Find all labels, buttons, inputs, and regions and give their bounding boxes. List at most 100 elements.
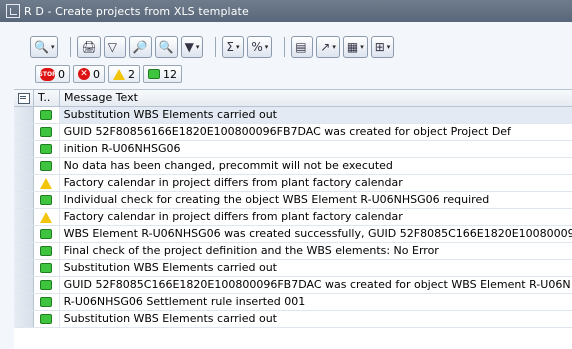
- print-icon: 🖨: [81, 40, 97, 54]
- table-row[interactable]: Factory calendar in project differs from…: [14, 209, 572, 226]
- table-row[interactable]: Individual check for creating the object…: [14, 192, 572, 209]
- window-title: R D - Create projects from XLS template: [24, 4, 249, 18]
- message-text: WBS Element R-U06NHSG06 was created succ…: [63, 227, 572, 240]
- error-counter-button[interactable]: ✕ 0: [73, 65, 105, 83]
- chevron-down-icon[interactable]: ▾: [51, 43, 55, 51]
- subtotal-button[interactable]: % ▾: [247, 36, 273, 58]
- chevron-down-icon[interactable]: ▾: [332, 43, 336, 51]
- row-selector[interactable]: [14, 226, 34, 242]
- find-button[interactable]: 🔎: [128, 36, 152, 58]
- row-selector[interactable]: [14, 260, 34, 276]
- row-selector[interactable]: [14, 209, 34, 225]
- warning-counter-button[interactable]: 2: [108, 65, 140, 83]
- row-selector[interactable]: [14, 311, 34, 327]
- column-header-message[interactable]: Message Text: [60, 90, 138, 106]
- success-counter-button[interactable]: 12: [143, 65, 182, 83]
- message-text: Substitution WBS Elements carried out: [59, 107, 572, 123]
- message-text: R-U06NHSG06 Settlement rule inserted 001: [63, 295, 306, 308]
- print-button[interactable]: 🖨: [77, 36, 101, 58]
- table-body: Substitution WBS Elements carried out GUI…: [14, 107, 572, 328]
- find-next-icon: 🔍: [158, 40, 174, 54]
- row-selector[interactable]: [14, 243, 34, 259]
- warning-icon: [40, 177, 53, 189]
- status-cell: [34, 192, 60, 208]
- set-filter-icon: ▼: [184, 40, 194, 54]
- table-header: T.. Message Text: [14, 90, 572, 107]
- layout-icon: ▦: [346, 40, 359, 54]
- message-text: Substitution WBS Elements carried out: [63, 312, 277, 325]
- sum-icon: Σ: [226, 40, 234, 54]
- success-icon: [40, 263, 53, 273]
- message-table: T.. Message Text Substitution WBS Elemen…: [14, 89, 572, 349]
- row-selector[interactable]: [14, 124, 34, 140]
- print-preview-button[interactable]: ▤: [291, 36, 314, 58]
- toolbar-divider: [284, 37, 286, 57]
- chevron-down-icon[interactable]: ▾: [236, 43, 240, 51]
- layout-button[interactable]: ▦ ▾: [342, 36, 368, 58]
- export-button[interactable]: ↗ ▾: [316, 36, 340, 58]
- table-row[interactable]: Substitution WBS Elements carried out: [14, 107, 572, 124]
- sum-button[interactable]: Σ ▾: [222, 36, 245, 58]
- warning-icon: [113, 68, 125, 80]
- message-text: inition R-U06NHSG06: [63, 142, 181, 155]
- row-selector[interactable]: [14, 175, 34, 191]
- success-icon: [40, 314, 53, 324]
- success-icon: [40, 246, 53, 256]
- column-header-type[interactable]: T..: [34, 90, 60, 106]
- success-icon: [148, 69, 160, 79]
- message-text: Substitution WBS Elements carried out: [63, 261, 277, 274]
- stop-count: 0: [58, 67, 65, 81]
- status-cell: [34, 311, 60, 327]
- table-row[interactable]: Final check of the project definition an…: [14, 243, 572, 260]
- success-icon: [40, 127, 53, 137]
- success-icon: [40, 161, 53, 171]
- chevron-down-icon[interactable]: ▾: [196, 43, 200, 51]
- status-cell: [34, 226, 60, 242]
- find-next-button[interactable]: 🔍: [154, 36, 178, 58]
- success-icon: [40, 229, 53, 239]
- print-preview-icon: ▤: [295, 40, 307, 54]
- status-cell: [34, 294, 60, 310]
- detail-icon: 🔍: [34, 40, 49, 54]
- set-filter-button[interactable]: ▼ ▾: [180, 36, 204, 58]
- success-icon: [40, 195, 53, 205]
- filter-icon: ▽: [107, 40, 117, 54]
- row-selector[interactable]: [14, 158, 34, 174]
- row-selector[interactable]: [14, 107, 34, 123]
- table-row[interactable]: No data has been changed, precommit will…: [14, 158, 572, 175]
- success-icon: [40, 280, 53, 290]
- table-row[interactable]: WBS Element R-U06NHSG06 was created succ…: [14, 226, 572, 243]
- row-selector[interactable]: [14, 277, 34, 293]
- row-selector[interactable]: [14, 141, 34, 157]
- warning-count: 2: [128, 67, 135, 81]
- table-row[interactable]: GUID 52F8085C166E1820E100800096FB7DAC wa…: [14, 277, 572, 294]
- chevron-down-icon[interactable]: ▾: [387, 43, 391, 51]
- table-row[interactable]: GUID 52F80856166E1820E100800096FB7DAC wa…: [14, 124, 572, 141]
- table-row[interactable]: R-U06NHSG06 Settlement rule inserted 001: [14, 294, 572, 311]
- message-text: Factory calendar in project differs from…: [63, 176, 403, 189]
- window-icon: [6, 4, 20, 18]
- chevron-down-icon[interactable]: ▾: [360, 43, 364, 51]
- row-selector[interactable]: [14, 294, 34, 310]
- select-all-button[interactable]: [14, 90, 34, 106]
- status-cell: [34, 277, 60, 293]
- table-row[interactable]: Substitution WBS Elements carried out: [14, 260, 572, 277]
- subtotal-icon: %: [251, 40, 263, 54]
- stop-counter-button[interactable]: STOP 0: [35, 65, 70, 83]
- error-count: 0: [93, 67, 100, 81]
- chevron-down-icon[interactable]: ▾: [265, 43, 269, 51]
- message-text: GUID 52F80856166E1820E100800096FB7DAC wa…: [63, 125, 511, 138]
- detail-button[interactable]: 🔍 ▾: [30, 36, 59, 58]
- table-row[interactable]: inition R-U06NHSG06: [14, 141, 572, 158]
- toolbar-divider: [215, 37, 217, 57]
- filter-button[interactable]: ▽: [103, 36, 126, 58]
- status-cell: [34, 141, 60, 157]
- status-cell: [34, 209, 60, 225]
- status-cell: [34, 124, 60, 140]
- status-cell: [34, 175, 60, 191]
- table-row[interactable]: Factory calendar in project differs from…: [14, 175, 572, 192]
- grid-button[interactable]: ⊞ ▾: [370, 36, 395, 58]
- message-text: No data has been changed, precommit will…: [63, 159, 393, 172]
- row-selector[interactable]: [14, 192, 34, 208]
- table-row[interactable]: Substitution WBS Elements carried out: [14, 311, 572, 328]
